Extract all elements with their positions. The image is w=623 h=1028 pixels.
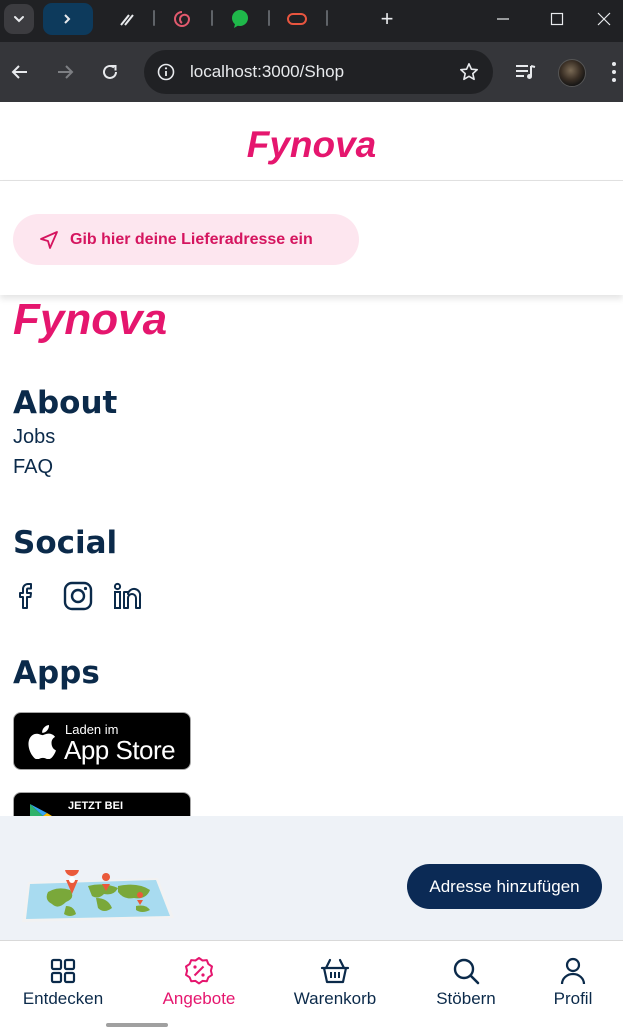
add-address-button[interactable]: Adresse hinzufügen	[407, 864, 602, 909]
nav-label: Entdecken	[22, 989, 104, 1008]
close-icon	[597, 12, 610, 26]
horizontal-scrollbar[interactable]	[106, 1023, 168, 1027]
maximize-button[interactable]	[530, 0, 584, 38]
nav-item-profil[interactable]: Profil	[518, 955, 623, 1009]
delivery-address-button[interactable]: Gib hier deine Lieferadresse ein	[13, 214, 359, 265]
user-icon	[560, 957, 586, 985]
bookmark-button[interactable]	[457, 60, 481, 84]
facebook-icon[interactable]	[12, 580, 44, 612]
search-icon	[453, 958, 480, 985]
tab-3[interactable]	[167, 3, 197, 35]
jobs-link[interactable]: Jobs	[13, 426, 55, 449]
nav-item-warenkorb[interactable]: Warenkorb	[280, 955, 390, 1009]
tab-4[interactable]	[225, 3, 255, 35]
navigation-arrow-icon	[40, 230, 58, 249]
world-map-illustration	[22, 870, 174, 922]
basket-icon	[320, 958, 350, 984]
nav-label: Stöbern	[436, 989, 496, 1008]
slashes-icon	[120, 14, 134, 26]
profile-avatar[interactable]	[558, 59, 586, 87]
forward-button[interactable]	[49, 56, 81, 88]
chat-bubble-icon	[232, 10, 248, 28]
grid-icon	[50, 958, 76, 984]
new-tab-button[interactable]: +	[372, 3, 402, 35]
delivery-address-section: Gib hier deine Lieferadresse ein	[0, 181, 623, 295]
nav-label: Angebote	[162, 989, 236, 1008]
oracle-icon	[287, 13, 307, 25]
terminal-icon	[64, 14, 71, 24]
faq-link[interactable]: FAQ	[13, 456, 53, 479]
social-heading: Social	[13, 525, 118, 561]
browser-toolbar: localhost:3000/Shop	[0, 42, 623, 102]
linkedin-icon[interactable]	[112, 580, 144, 612]
tab-separator	[153, 10, 155, 26]
nav-item-stoebern[interactable]: Stöbern	[411, 955, 521, 1009]
bottom-navigation: Entdecken Angebote Warenkorb Stöbern Pro…	[0, 940, 623, 1028]
percent-badge-icon	[185, 957, 213, 985]
address-bar[interactable]: localhost:3000/Shop	[144, 50, 493, 94]
close-window-button[interactable]	[584, 0, 623, 38]
nav-item-entdecken[interactable]: Entdecken	[8, 955, 118, 1009]
info-icon	[157, 63, 175, 81]
media-control-button[interactable]	[512, 58, 540, 86]
arrow-right-icon	[58, 65, 74, 79]
delivery-address-label: Gib hier deine Lieferadresse ein	[70, 230, 313, 248]
tab-separator	[268, 10, 270, 26]
site-info-button[interactable]	[154, 60, 178, 84]
nav-label: Warenkorb	[293, 989, 377, 1008]
plus-icon: +	[380, 6, 394, 31]
star-icon	[460, 63, 478, 81]
minimize-icon	[497, 18, 509, 20]
app-store-big-text: App Store	[64, 735, 176, 765]
tab-2[interactable]	[112, 3, 142, 35]
instagram-icon[interactable]	[62, 580, 94, 612]
swirl-icon	[174, 11, 191, 27]
arrow-left-icon	[11, 65, 27, 79]
site-header: Fynova	[0, 102, 623, 181]
app-store-badge[interactable]: Laden im App Store	[13, 712, 191, 770]
browser-menu-button[interactable]	[604, 58, 623, 86]
reload-icon	[103, 64, 117, 79]
google-play-icon	[30, 804, 52, 816]
playlist-icon	[516, 65, 536, 79]
apps-heading: Apps	[13, 655, 100, 691]
maximize-icon	[550, 12, 564, 26]
back-button[interactable]	[4, 56, 36, 88]
url-text[interactable]: localhost:3000/Shop	[190, 62, 344, 82]
google-play-badge[interactable]: JETZT BEI	[13, 792, 191, 816]
chevron-down-icon	[14, 16, 24, 23]
minimize-button[interactable]	[476, 0, 530, 38]
more-vertical-icon	[611, 62, 616, 82]
brand-logo[interactable]: Fynova	[0, 124, 623, 166]
nav-item-angebote[interactable]: Angebote	[144, 955, 254, 1009]
footer-content: Fynova About Jobs FAQ Social Apps Laden …	[0, 295, 623, 816]
tab-separator	[326, 10, 328, 26]
footer-brand-logo: Fynova	[13, 295, 168, 344]
tab-5[interactable]	[282, 3, 312, 35]
apple-icon	[28, 725, 56, 759]
tab-separator	[211, 10, 213, 26]
tab-search-button[interactable]	[4, 4, 34, 34]
add-address-banner: Adresse hinzufügen	[0, 816, 623, 940]
google-play-small-text: JETZT BEI	[68, 800, 124, 812]
about-heading: About	[13, 385, 118, 421]
browser-tabstrip: +	[0, 0, 623, 42]
reload-button[interactable]	[94, 56, 126, 88]
tab-active[interactable]	[43, 3, 93, 35]
nav-label: Profil	[553, 989, 593, 1008]
